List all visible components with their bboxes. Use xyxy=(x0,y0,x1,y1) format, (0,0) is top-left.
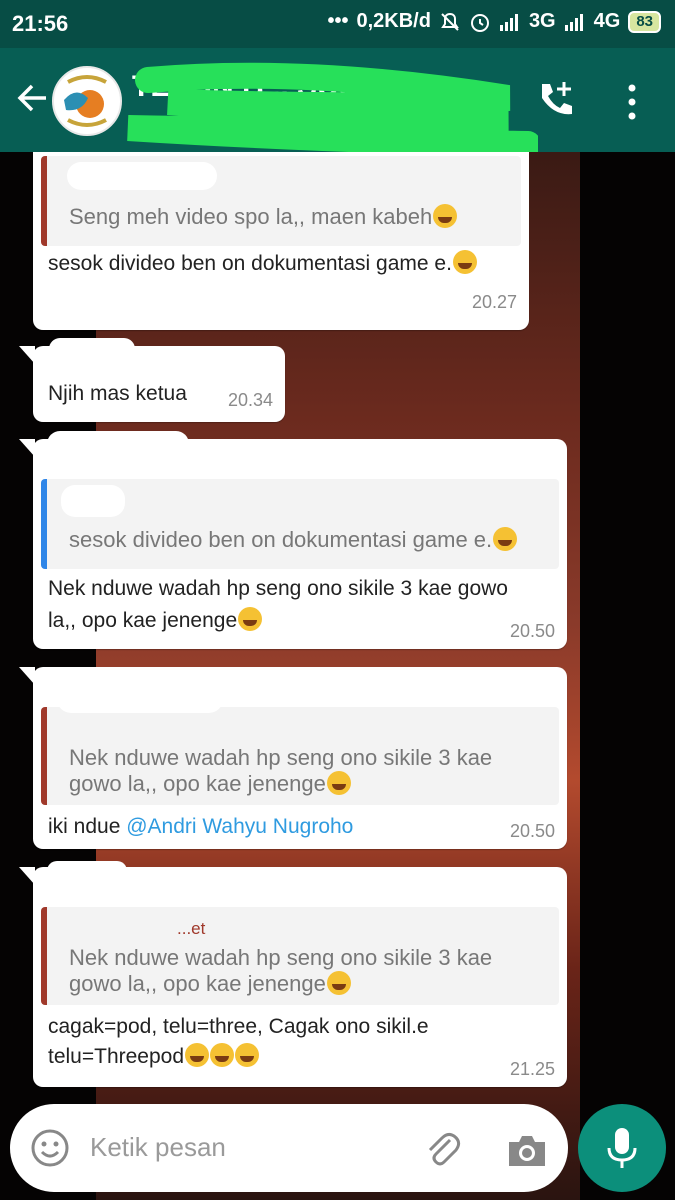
message-text-line-2: la,, opo kae jenenge xyxy=(48,605,263,637)
message-input[interactable]: Ketik pesan xyxy=(90,1132,226,1163)
redacted-name xyxy=(67,162,217,190)
network-speed: 0,2KB/d xyxy=(356,10,431,32)
laughing-emoji-icon xyxy=(326,971,351,995)
message-bubble[interactable]: Nek nduwe wadah hp seng ono sikile 3 kae… xyxy=(19,667,567,849)
quoted-author: ...et xyxy=(177,919,206,938)
quoted-text: Seng meh video spo la,, maen kabeh xyxy=(69,204,458,230)
message-text: sesok divideo ben on dokumentasi game e. xyxy=(48,248,477,280)
signal-icon xyxy=(499,13,518,31)
alarm-icon xyxy=(470,13,489,32)
message-bubble[interactable]: Njih mas ketua 20.34 xyxy=(19,338,285,422)
laughing-emoji-icon xyxy=(185,1043,210,1067)
status-right: ••• 0,2KB/d 3G 4G 83 xyxy=(327,10,661,33)
message-time: 20.34 xyxy=(227,390,273,410)
network-type-2: 4G xyxy=(593,10,621,32)
attach-icon[interactable] xyxy=(422,1128,462,1168)
message-text-line-2: telu=Threepod xyxy=(48,1041,260,1073)
message-time: 20.50 xyxy=(509,821,555,841)
grinning-emoji-icon xyxy=(452,250,477,274)
status-bar: 21:56 ••• 0,2KB/d 3G 4G 83 xyxy=(0,0,675,48)
quoted-message[interactable]: sesok divideo ben on dokumentasi game e. xyxy=(41,479,559,569)
mic-button[interactable] xyxy=(578,1104,666,1192)
message-time: 20.50 xyxy=(509,621,555,641)
wallpaper-dark-right xyxy=(580,152,675,1200)
chat-area[interactable]: Seng meh video spo la,, maen kabeh sesok… xyxy=(0,152,675,1200)
redacted-name xyxy=(57,867,187,907)
status-time: 21:56 xyxy=(12,11,69,36)
quoted-message[interactable]: ...et Nek nduwe wadah hp seng ono sikile… xyxy=(41,867,559,1005)
signal-icon xyxy=(564,13,583,31)
redacted-name xyxy=(49,338,135,360)
emoji-icon[interactable] xyxy=(30,1128,70,1168)
redaction-scribble xyxy=(127,62,538,157)
quoted-text: sesok divideo ben on dokumentasi game e. xyxy=(69,527,518,553)
quoted-message[interactable]: Seng meh video spo la,, maen kabeh xyxy=(41,156,521,246)
message-text-line-1: Nek nduwe wadah hp seng ono sikile 3 kae… xyxy=(48,577,508,600)
laughing-emoji-icon xyxy=(235,1043,260,1067)
quoted-text-line-2: gowo la,, opo kae jenenge xyxy=(69,971,351,997)
mute-icon xyxy=(441,12,459,31)
message-text: iki ndue @Andri Wahyu Nugroho xyxy=(48,815,354,838)
grinning-emoji-icon xyxy=(493,527,518,551)
message-time: 20.27 xyxy=(471,292,517,312)
redacted-name xyxy=(57,673,223,713)
add-call-icon[interactable] xyxy=(534,78,578,122)
message-input-bar[interactable]: Ketik pesan xyxy=(10,1104,568,1192)
quoted-text-line-1: Nek nduwe wadah hp seng ono sikile 3 kae xyxy=(69,945,493,970)
grinning-emoji-icon xyxy=(433,204,458,228)
battery-indicator: 83 xyxy=(628,10,661,33)
message-text: Njih mas ketua xyxy=(48,382,187,405)
message-bubble[interactable]: ...et Nek nduwe wadah hp seng ono sikile… xyxy=(19,861,567,1087)
network-type-1: 3G xyxy=(528,10,556,32)
quoted-message[interactable]: Nek nduwe wadah hp seng ono sikile 3 kae… xyxy=(41,673,559,805)
message-bubble[interactable]: sesok divideo ben on dokumentasi game e.… xyxy=(19,431,567,649)
dots-icon: ••• xyxy=(327,10,349,32)
message-time: 21.25 xyxy=(509,1059,555,1079)
laughing-emoji-icon xyxy=(326,771,351,795)
message-bubble[interactable]: Seng meh video spo la,, maen kabeh sesok… xyxy=(33,152,529,330)
mic-icon xyxy=(607,1128,637,1168)
more-vert-icon[interactable] xyxy=(620,82,644,122)
laughing-emoji-icon xyxy=(210,1043,235,1067)
redacted-name xyxy=(61,485,125,517)
back-arrow-icon[interactable] xyxy=(14,80,50,116)
message-text-line-1: cagak=pod, telu=three, Cagak ono sikil.e xyxy=(48,1015,429,1038)
quoted-text-line-2: gowo la,, opo kae jenenge xyxy=(69,771,351,797)
laughing-emoji-icon xyxy=(238,607,263,631)
camera-icon[interactable] xyxy=(505,1130,549,1170)
redacted-name xyxy=(47,431,189,457)
quoted-text-line-1: Nek nduwe wadah hp seng ono sikile 3 kae xyxy=(69,745,493,770)
chat-header: TELON B... SUP xyxy=(0,48,675,157)
mention-link[interactable]: @Andri Wahyu Nugroho xyxy=(126,815,353,838)
